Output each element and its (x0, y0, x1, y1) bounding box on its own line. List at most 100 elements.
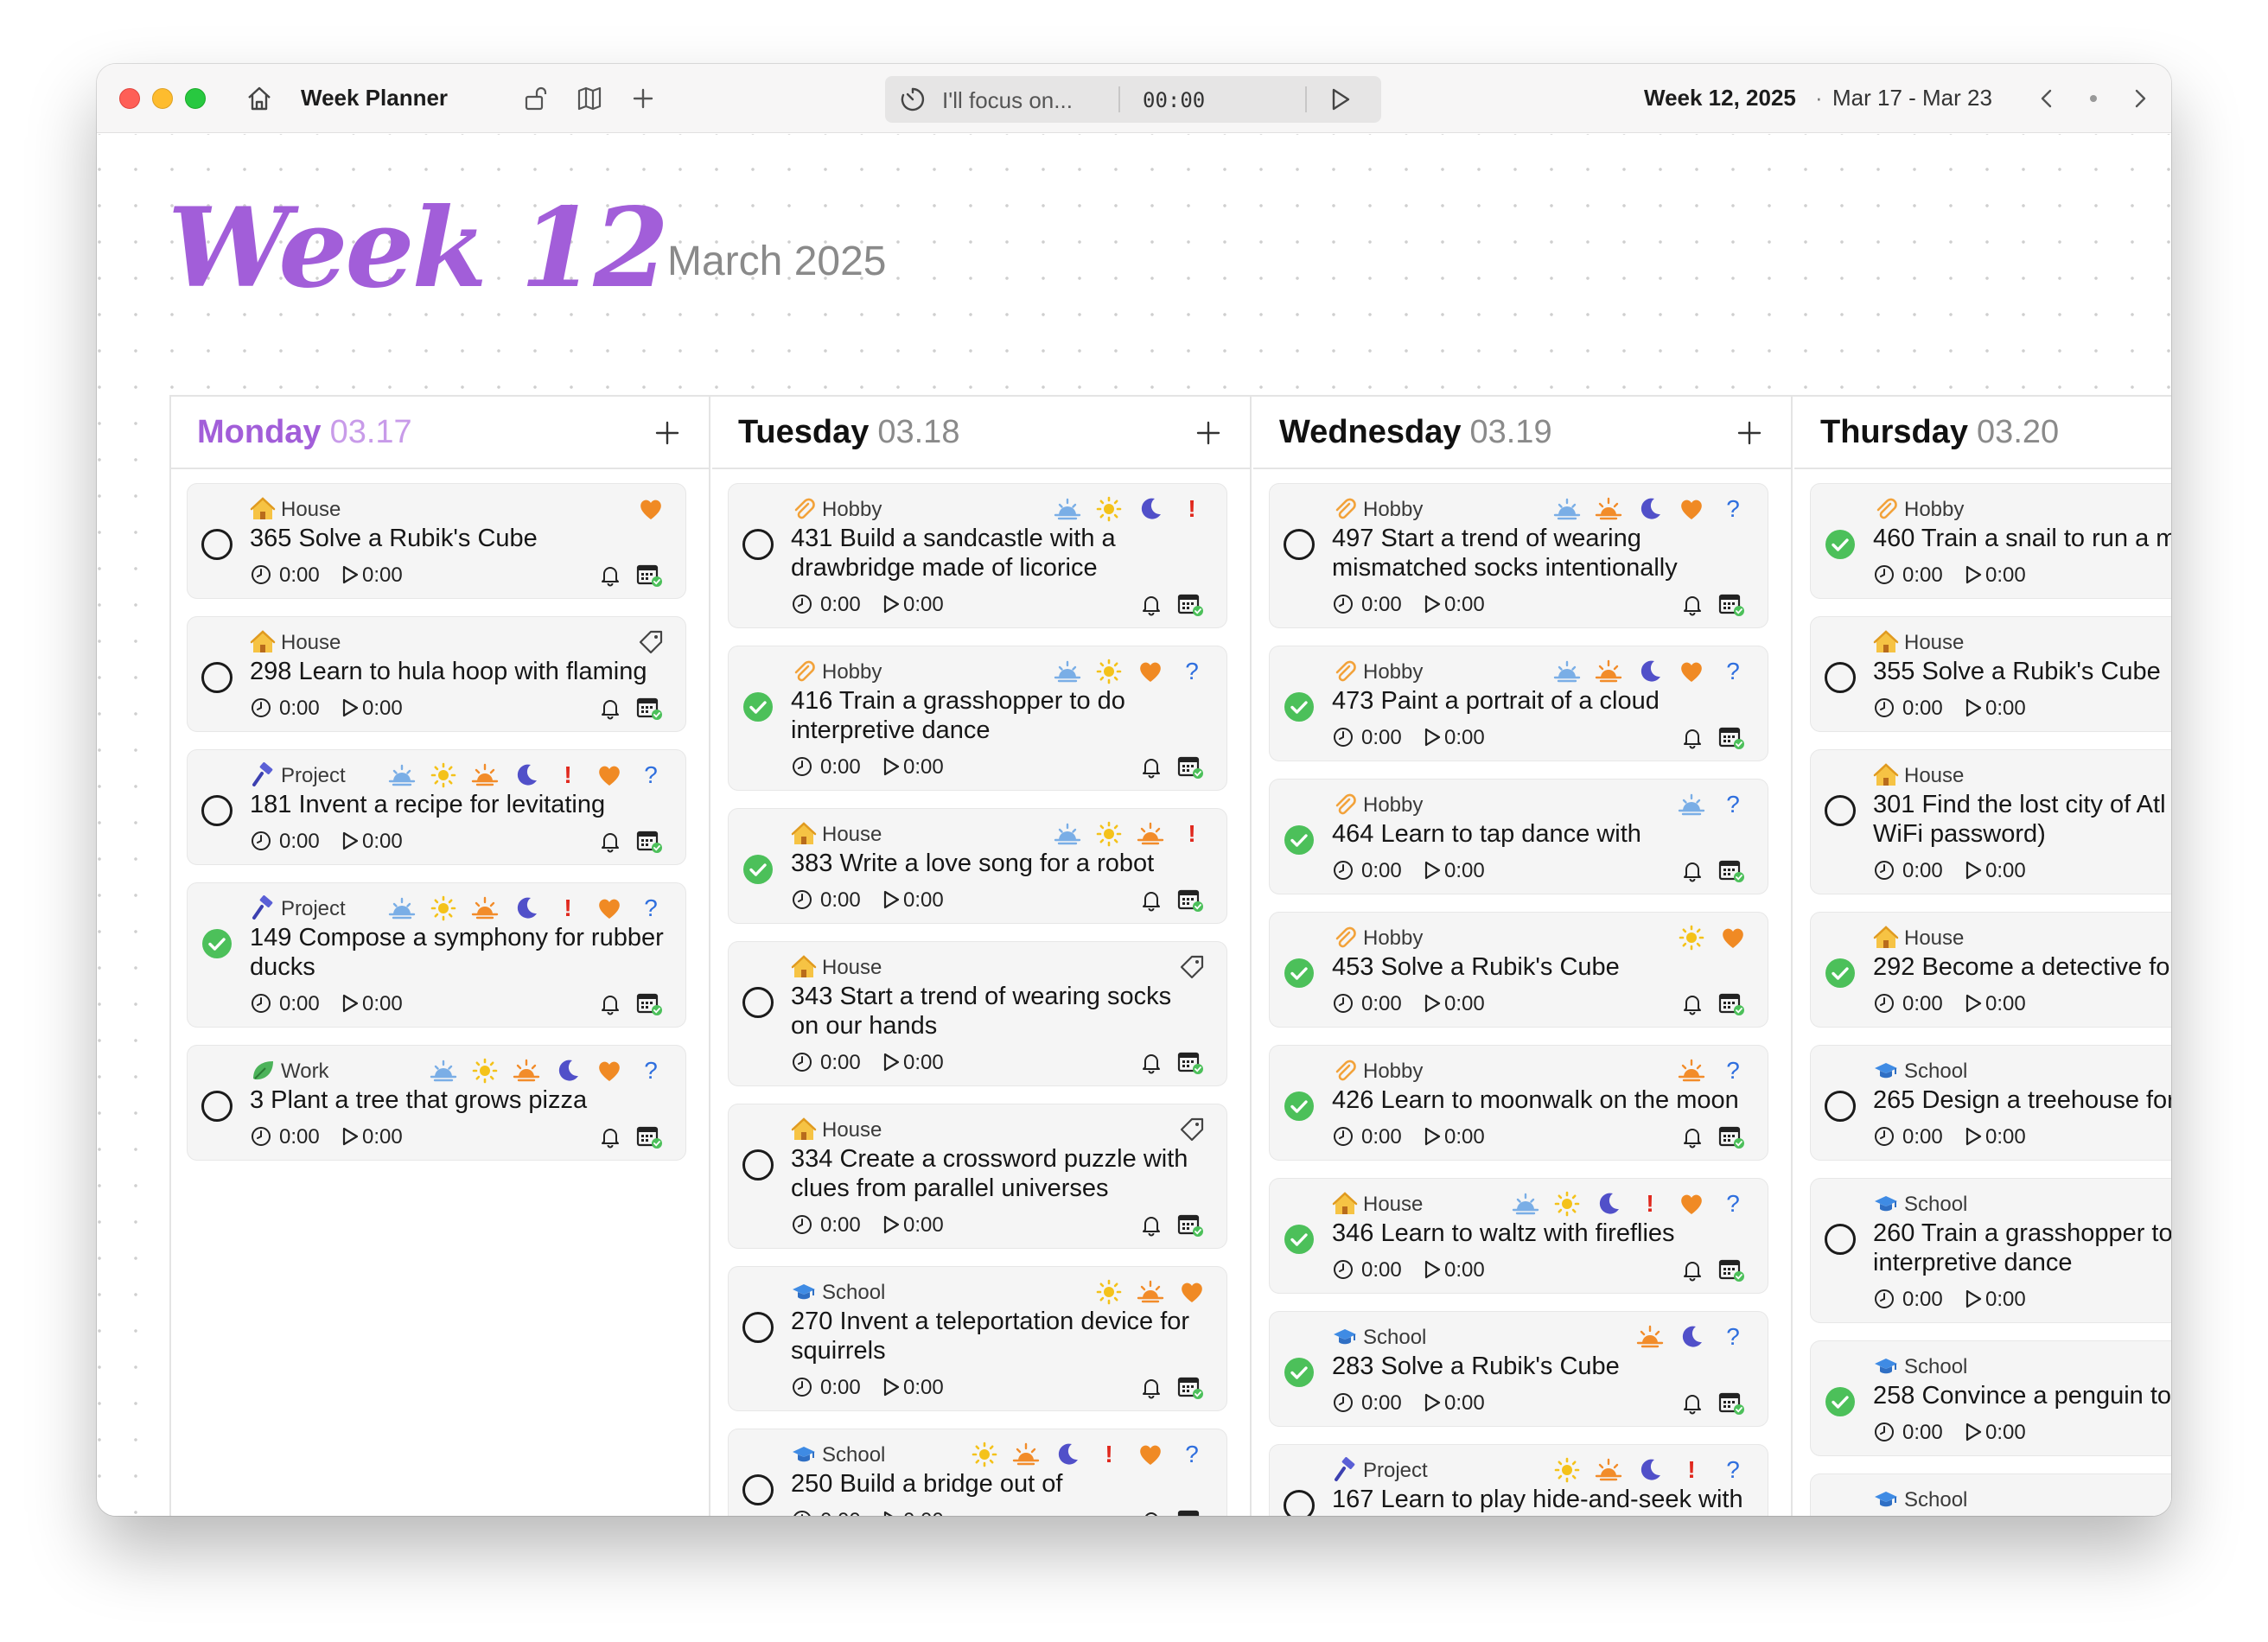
task-checkbox[interactable] (742, 987, 774, 1018)
bell-icon[interactable] (1138, 591, 1164, 617)
task-checkbox-checked[interactable] (1284, 1091, 1315, 1122)
chevron-left-icon[interactable] (2029, 81, 2064, 116)
bell-icon[interactable] (1679, 1123, 1705, 1149)
play-icon[interactable] (340, 1125, 360, 1148)
play-icon[interactable] (1422, 1391, 1443, 1414)
play-icon[interactable] (1422, 593, 1443, 615)
play-icon[interactable] (1422, 992, 1443, 1015)
play-icon[interactable] (1963, 563, 1984, 586)
calendar-icon[interactable] (1176, 591, 1204, 617)
play-icon[interactable] (1963, 992, 1984, 1015)
play-icon[interactable] (1422, 859, 1443, 881)
task-card[interactable]: House!? 346 Learn to waltz with fireflies… (1269, 1178, 1768, 1294)
task-checkbox[interactable] (742, 1312, 774, 1343)
task-checkbox[interactable] (201, 1091, 233, 1122)
bell-icon[interactable] (1679, 591, 1705, 617)
add-task-button[interactable] (1191, 416, 1226, 450)
play-icon[interactable] (881, 1376, 901, 1398)
task-checkbox[interactable] (1825, 1091, 1856, 1122)
bell-icon[interactable] (1679, 990, 1705, 1016)
bell-icon[interactable] (1138, 1374, 1164, 1400)
calendar-icon[interactable] (635, 562, 663, 588)
calendar-icon[interactable] (1717, 1123, 1745, 1149)
calendar-icon[interactable] (635, 1123, 663, 1149)
bell-icon[interactable] (597, 990, 623, 1016)
task-checkbox[interactable] (201, 662, 233, 693)
bell-icon[interactable] (1138, 1049, 1164, 1075)
task-card[interactable]: School 270 Invent a teleportation device … (728, 1266, 1227, 1411)
calendar-icon[interactable] (1176, 754, 1204, 780)
bell-icon[interactable] (1138, 1212, 1164, 1238)
bell-icon[interactable] (1679, 1390, 1705, 1416)
task-checkbox-checked[interactable] (1284, 691, 1315, 722)
bell-icon[interactable] (597, 828, 623, 854)
task-card[interactable]: School206 Build a sandcastle with0:000:0… (1810, 1473, 2171, 1516)
task-checkbox-checked[interactable] (1284, 824, 1315, 856)
task-card[interactable]: Hobby? 426 Learn to moonwalk on the moon 0… (1269, 1045, 1768, 1161)
bell-icon[interactable] (1138, 1507, 1164, 1516)
task-checkbox[interactable] (201, 795, 233, 826)
calendar-icon[interactable] (1717, 591, 1745, 617)
task-card[interactable]: School 258 Convince a penguin to 0:00 0:00 (1810, 1340, 2171, 1456)
task-checkbox[interactable] (1825, 662, 1856, 693)
play-icon[interactable] (881, 755, 901, 778)
task-checkbox-checked[interactable] (1825, 958, 1856, 989)
task-card[interactable]: Hobby? 473 Paint a portrait of a cloud 0:0… (1269, 646, 1768, 761)
task-card[interactable]: School 265 Design a treehouse for 0:00 0:00 (1810, 1045, 2171, 1161)
play-icon[interactable] (340, 992, 360, 1015)
play-icon[interactable] (1963, 1288, 1984, 1310)
calendar-icon[interactable] (1717, 857, 1745, 883)
play-icon[interactable] (881, 1051, 901, 1073)
task-checkbox-checked[interactable] (742, 854, 774, 885)
task-checkbox[interactable] (1284, 1490, 1315, 1516)
task-card[interactable]: Project!? 167 Learn to play hide-and-seek… (1269, 1444, 1768, 1516)
calendar-icon[interactable] (1176, 1507, 1204, 1516)
task-checkbox-checked[interactable] (1284, 958, 1315, 989)
play-icon[interactable] (1422, 1258, 1443, 1281)
add-task-button[interactable] (650, 416, 685, 450)
task-card[interactable]: Hobby? 416 Train a grasshopper to do inte… (728, 646, 1227, 791)
bell-icon[interactable] (1138, 887, 1164, 913)
calendar-icon[interactable] (635, 695, 663, 721)
task-card[interactable]: Work? 3 Plant a tree that grows pizza 0:00… (187, 1045, 686, 1161)
task-card[interactable]: House 355 Solve a Rubik's Cube 0:00 0:00 (1810, 616, 2171, 732)
zoom-window-button[interactable] (185, 88, 206, 109)
calendar-icon[interactable] (1176, 1374, 1204, 1400)
task-card[interactable]: Hobby! 431 Build a sandcastle with a draw… (728, 483, 1227, 628)
task-card[interactable]: Hobby? 497 Start a trend of wearing misma… (1269, 483, 1768, 628)
bell-icon[interactable] (1679, 724, 1705, 750)
task-checkbox-checked[interactable] (201, 928, 233, 959)
bell-icon[interactable] (597, 695, 623, 721)
play-icon[interactable] (1963, 1125, 1984, 1148)
chevron-right-icon[interactable] (2123, 81, 2157, 116)
play-icon[interactable] (1963, 697, 1984, 719)
task-card[interactable]: House 298 Learn to hula hoop with flaming… (187, 616, 686, 732)
play-icon[interactable] (881, 1213, 901, 1236)
task-card[interactable]: Hobby 453 Solve a Rubik's Cube 0:00 0:00 (1269, 912, 1768, 1028)
close-window-button[interactable] (119, 88, 140, 109)
calendar-icon[interactable] (1717, 1390, 1745, 1416)
task-checkbox[interactable] (1825, 1224, 1856, 1255)
task-checkbox[interactable] (742, 1474, 774, 1505)
home-icon[interactable] (242, 81, 277, 116)
task-card[interactable]: Hobby 460 Train a snail to run a m 0:00 0:0… (1810, 483, 2171, 599)
task-card[interactable]: Hobby? 464 Learn to tap dance with 0:00 0:0… (1269, 779, 1768, 894)
calendar-icon[interactable] (1176, 1049, 1204, 1075)
task-card[interactable]: House 292 Become a detective fo 0:00 0:00 (1810, 912, 2171, 1028)
task-card[interactable]: Project!? 149 Compose a symphony for rubb… (187, 882, 686, 1028)
task-card[interactable]: School!?250 Build a bridge out of0:000:0… (728, 1429, 1227, 1516)
calendar-icon[interactable] (635, 990, 663, 1016)
task-checkbox[interactable] (742, 529, 774, 560)
play-icon[interactable] (1422, 726, 1443, 748)
bell-icon[interactable] (1679, 1257, 1705, 1282)
task-checkbox[interactable] (201, 529, 233, 560)
task-card[interactable]: House 301 Find the lost city of Atl at le… (1810, 749, 2171, 894)
play-icon[interactable] (340, 830, 360, 852)
task-checkbox[interactable] (1284, 529, 1315, 560)
task-checkbox[interactable] (1825, 795, 1856, 826)
play-icon[interactable] (1963, 859, 1984, 881)
play-icon[interactable] (1963, 1421, 1984, 1443)
calendar-icon[interactable] (1176, 887, 1204, 913)
calendar-icon[interactable] (1717, 990, 1745, 1016)
bell-icon[interactable] (1138, 754, 1164, 780)
